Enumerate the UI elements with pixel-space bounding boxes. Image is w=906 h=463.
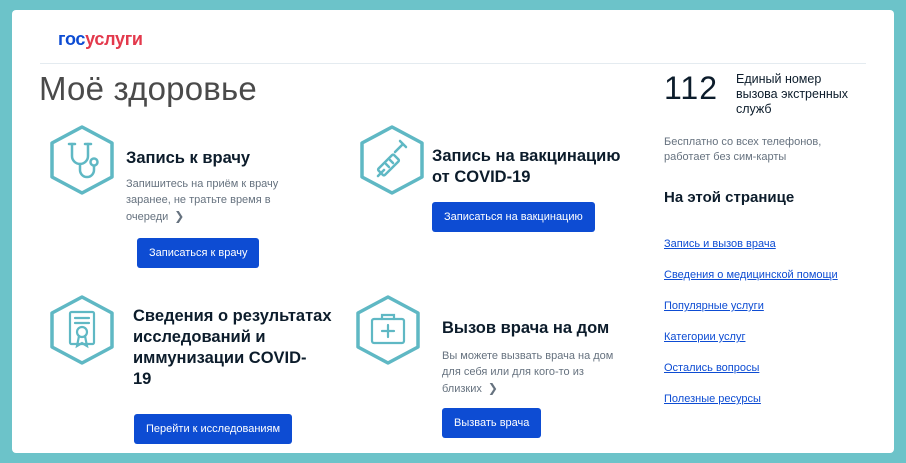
- chevron-right-icon: ❯: [487, 381, 498, 395]
- desc-line-3: близких: [442, 383, 482, 395]
- book-doctor-button[interactable]: Записаться к врачу: [137, 238, 260, 268]
- page-frame: госуслуги Моё здоровье Запись к врачу За…: [12, 10, 894, 453]
- title-line-4: 19: [133, 370, 152, 388]
- card-vaccination: Запись на вакцинацию от COVID-19 Записат…: [358, 124, 648, 244]
- list-item: Полезные ресурсы: [664, 389, 838, 420]
- link-useful-resources[interactable]: Полезные ресурсы: [664, 393, 761, 405]
- desc-line-1: Вы можете вызвать врача на дом: [442, 350, 614, 362]
- card-research-results: Сведения о результатах исследований и им…: [48, 294, 348, 444]
- emergency-number: 112: [664, 70, 719, 106]
- card-home-visit: Вызов врача на дом Вы можете вызвать вра…: [354, 294, 644, 444]
- certificate-icon: [48, 294, 116, 366]
- title-line-2: исследований и: [133, 328, 266, 346]
- on-this-page-links: Запись и вызов врача Сведения о медицинс…: [664, 234, 838, 420]
- syringe-icon: [358, 124, 426, 196]
- card-title: Сведения о результатах исследований и им…: [133, 306, 332, 390]
- desc-line-2: заранее, не тратьте время в: [126, 194, 271, 206]
- list-item: Сведения о медицинской помощи: [664, 265, 838, 296]
- stethoscope-icon: [48, 124, 116, 196]
- list-item: Остались вопросы: [664, 358, 838, 389]
- label-line-3: служб: [736, 102, 772, 116]
- call-doctor-button[interactable]: Вызвать врача: [442, 408, 542, 438]
- card-description[interactable]: Запишитесь на приём к врачу заранее, не …: [126, 176, 278, 225]
- desc-line-1: Запишитесь на приём к врачу: [126, 178, 279, 190]
- card-description[interactable]: Вы можете вызвать врача на дом для себя …: [442, 348, 613, 397]
- list-item: Категории услуг: [664, 327, 838, 358]
- card-title: Запись на вакцинацию от COVID-19: [432, 146, 620, 188]
- list-item: Запись и вызов врача: [664, 234, 838, 265]
- title-line-2: от COVID-19: [432, 168, 531, 186]
- logo-part-gos: гос: [58, 29, 86, 49]
- go-to-research-button[interactable]: Перейти к исследованиям: [134, 414, 293, 444]
- desc-line-2: для себя или для кого-то из: [442, 366, 584, 378]
- list-item: Популярные услуги: [664, 296, 838, 327]
- label-line-1: Единый номер: [736, 72, 822, 86]
- logo-part-uslugi: услуги: [85, 29, 143, 49]
- emergency-number-label: Единый номер вызова экстренных служб: [736, 72, 876, 117]
- card-title: Вызов врача на дом: [442, 319, 610, 337]
- on-this-page-title: На этой странице: [664, 189, 795, 206]
- link-popular-services[interactable]: Популярные услуги: [664, 300, 764, 312]
- link-medical-care-info[interactable]: Сведения о медицинской помощи: [664, 269, 838, 281]
- chevron-right-icon: ❯: [174, 209, 185, 223]
- desc-line-3: очереди: [126, 211, 169, 223]
- gosuslugi-logo[interactable]: госуслуги: [58, 29, 143, 50]
- title-line-3: иммунизации COVID-: [133, 349, 307, 367]
- card-title: Запись к врачу: [126, 149, 251, 167]
- card-doctor-appointment: Запись к врачу Запишитесь на приём к вра…: [48, 124, 338, 268]
- header-divider: [40, 63, 866, 64]
- link-questions[interactable]: Остались вопросы: [664, 362, 759, 374]
- note-line-2: работает без сим-карты: [664, 151, 787, 163]
- emergency-note: Бесплатно со всех телефонов, работает бе…: [664, 135, 864, 165]
- note-line-1: Бесплатно со всех телефонов,: [664, 136, 822, 148]
- link-appointment-and-call[interactable]: Запись и вызов врача: [664, 238, 776, 250]
- page-title: Моё здоровье: [39, 70, 257, 107]
- title-line-1: Запись на вакцинацию: [432, 147, 621, 165]
- label-line-2: вызова экстренных: [736, 87, 848, 101]
- book-vaccination-button[interactable]: Записаться на вакцинацию: [432, 202, 595, 232]
- medical-kit-icon: [354, 294, 422, 366]
- title-line-1: Сведения о результатах: [133, 307, 332, 325]
- link-service-categories[interactable]: Категории услуг: [664, 331, 745, 343]
